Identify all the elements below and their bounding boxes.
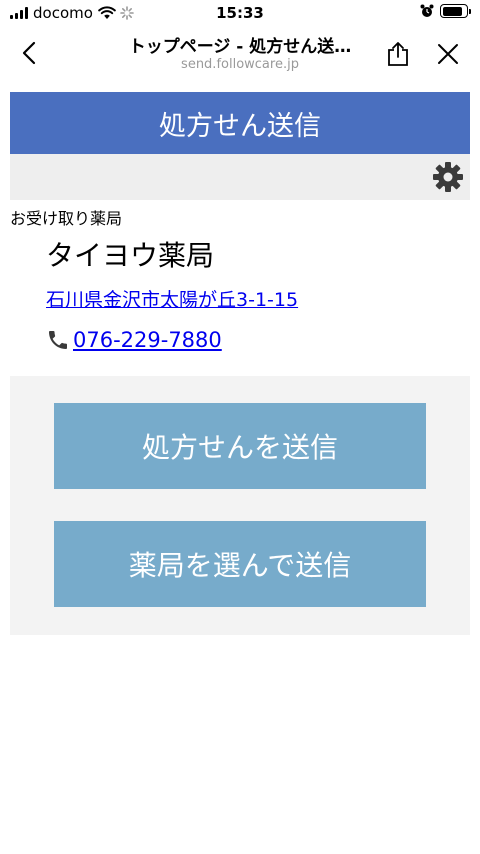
select-pharmacy-button[interactable]: 薬局を選んで送信: [54, 521, 426, 607]
pharmacy-caption: お受け取り薬局: [10, 209, 123, 228]
page-title: トップページ - 処方せん送…: [128, 37, 352, 57]
header-title: 処方せん送信: [159, 110, 321, 142]
chevron-left-icon: [22, 41, 36, 65]
alarm-icon: [420, 4, 434, 17]
battery-icon: [440, 4, 471, 18]
back-button[interactable]: [14, 38, 44, 68]
close-icon: [438, 44, 458, 64]
share-button[interactable]: [382, 38, 414, 70]
pharmacy-phone-link[interactable]: 076-229-7880: [73, 328, 222, 352]
actions-panel: 処方せんを送信 薬局を選んで送信: [10, 376, 470, 635]
browser-nav-bar: トップページ - 処方せん送… send.followcare.jp: [0, 28, 480, 80]
share-icon: [388, 42, 408, 66]
close-button[interactable]: [432, 38, 464, 70]
page-url: send.followcare.jp: [181, 57, 299, 72]
send-prescription-button[interactable]: 処方せんを送信: [54, 403, 426, 489]
send-prescription-label: 処方せんを送信: [141, 431, 338, 464]
phone-icon: [49, 331, 67, 349]
header-banner: 処方せん送信: [10, 92, 470, 154]
pharmacy-name: タイヨウ薬局: [46, 239, 215, 272]
settings-strip: [10, 154, 470, 200]
status-bar: docomo 15:33: [0, 0, 480, 28]
select-pharmacy-label: 薬局を選んで送信: [128, 549, 352, 582]
pharmacy-phone-row: 076-229-7880: [46, 328, 222, 352]
status-time: 15:33: [216, 4, 264, 22]
pharmacy-address-link[interactable]: 石川県金沢市太陽が丘3-1-15: [46, 285, 298, 312]
gear-icon[interactable]: [432, 161, 464, 193]
status-right: [420, 4, 471, 18]
